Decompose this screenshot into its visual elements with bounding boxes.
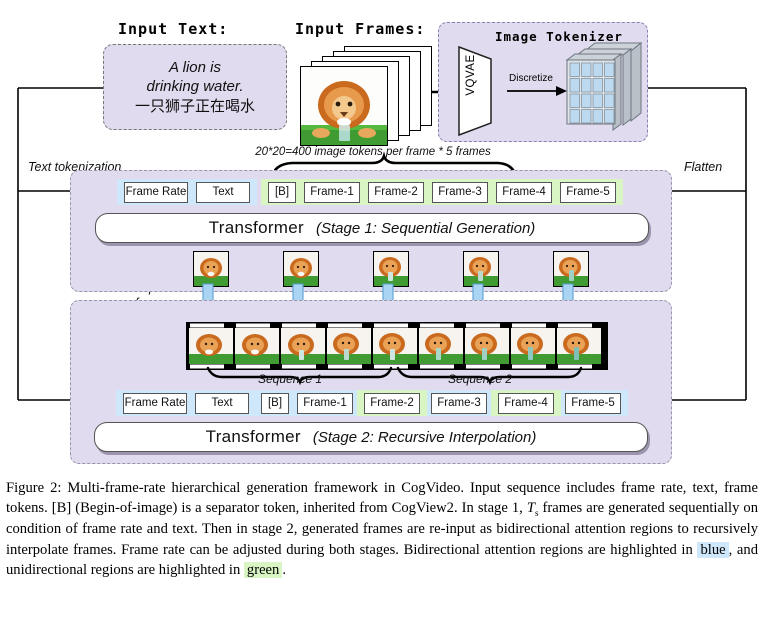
figure-caption: Figure 2: Multi-frame-rate hierarchical … [6, 478, 758, 580]
stage1-token-begin-of-image[interactable]: [B] [268, 181, 296, 203]
generated-frame-4 [463, 251, 499, 287]
lion-thumb-icon [464, 252, 498, 286]
lion-thumb-icon [189, 328, 233, 364]
stage2-token-frame-3[interactable]: Frame-3 [431, 392, 487, 414]
stage1-transformer[interactable]: Transformer (Stage 1: Sequential Generat… [95, 213, 649, 243]
image-tokenizer-label: Image Tokenizer [495, 29, 623, 44]
input-frame-stack [300, 46, 432, 146]
image-tokenizer-panel: Image Tokenizer VQVAE Discretize [438, 22, 648, 142]
filmstrip-frame-7 [465, 328, 509, 364]
stage2-token-frame-1[interactable]: Frame-1 [297, 392, 353, 414]
stage2-token-begin-of-image[interactable]: [B] [261, 392, 289, 414]
stage1-token-frame-4[interactable]: Frame-4 [496, 181, 552, 203]
lion-thumb-icon [557, 328, 601, 364]
generated-frame-2 [283, 251, 319, 287]
frame-sheet-1 [300, 66, 388, 146]
stage2-green-group-frame-2: Frame-2 [357, 390, 427, 416]
stage1-token-frame-1[interactable]: Frame-1 [304, 181, 360, 203]
input-text-label: Input Text: [118, 20, 229, 38]
filmstrip-frame-9 [557, 328, 601, 364]
stage1-token-frame-2[interactable]: Frame-2 [368, 181, 424, 203]
lion-thumb-icon [465, 328, 509, 364]
filmstrip-frame-3 [281, 328, 325, 364]
stage1-token-frame-rate[interactable]: Frame Rate [124, 181, 188, 203]
stage-1-panel: Frame Rate Text [B] Frame-1 Frame-2 Fram… [70, 170, 672, 292]
stage2-token-frame-2[interactable]: Frame-2 [364, 392, 420, 414]
sequence-1-label: Sequence 1 [258, 372, 323, 386]
stage1-token-frame-3[interactable]: Frame-3 [432, 181, 488, 203]
discretize-label: Discretize [509, 73, 553, 84]
lion-thumb-icon [511, 328, 555, 364]
stage2-transformer-name: Transformer [205, 427, 301, 446]
stage1-transformer-stage: (Stage 1: Sequential Generation) [315, 219, 536, 237]
stage1-unidirectional-group: [B] Frame-1 Frame-2 Frame-3 Frame-4 Fram… [261, 179, 623, 205]
lion-thumb-icon [194, 252, 228, 286]
lion-thumb-icon [373, 328, 417, 364]
filmstrip-frame-5 [373, 328, 417, 364]
stage2-token-frame-5[interactable]: Frame-5 [565, 392, 621, 414]
stage1-token-row: Frame Rate Text [B] Frame-1 Frame-2 Fram… [117, 179, 623, 205]
lion-image [301, 67, 387, 145]
prompt-line-3-chinese: 一只狮子正在喝水 [134, 96, 255, 115]
input-text-box: A lion is drinking water. 一只狮子正在喝水 [103, 44, 287, 130]
sequence-braces [206, 366, 583, 386]
lion-thumb-icon [235, 328, 279, 364]
generated-frame-5 [553, 251, 589, 287]
prompt-line-2: drinking water. [146, 78, 244, 96]
lion-thumb-icon [327, 328, 371, 364]
figure-diagram: Input Text: A lion is drinking water. 一只… [0, 0, 764, 470]
stage2-token-frame-4[interactable]: Frame-4 [498, 392, 554, 414]
stage2-token-text[interactable]: Text [195, 392, 249, 414]
vqvae-label: VQVAE [465, 54, 477, 96]
lion-thumb-icon [281, 328, 325, 364]
generated-frame-1 [193, 251, 229, 287]
lion-thumb-icon [374, 252, 408, 286]
generated-frame-3 [373, 251, 409, 287]
stage2-transformer[interactable]: Transformer (Stage 2: Recursive Interpol… [94, 422, 648, 452]
stage1-token-text[interactable]: Text [196, 181, 250, 203]
filmstrip-frame-8 [511, 328, 555, 364]
lion-thumb-icon [419, 328, 463, 364]
sequence-2-label: Sequence 2 [448, 372, 513, 386]
stage1-bidirectional-group: Frame Rate Text [117, 179, 257, 205]
tokenizer-graphics [458, 41, 643, 137]
stage1-transformer-name: Transformer [208, 218, 304, 237]
filmstrip-frame-2 [235, 328, 279, 364]
interpolated-filmstrip [186, 322, 608, 370]
filmstrip-frame-1 [189, 328, 233, 364]
caption-blue-highlight: blue [697, 541, 729, 558]
caption-part-4: . [282, 561, 286, 578]
filmstrip-frame-4 [327, 328, 371, 364]
stage1-token-frame-5[interactable]: Frame-5 [560, 181, 616, 203]
input-frames-label: Input Frames: [295, 20, 426, 38]
flatten-label: Flatten [682, 160, 725, 174]
stage2-transformer-stage: (Stage 2: Recursive Interpolation) [312, 428, 537, 446]
stage2-token-row: Frame Rate Text [B] Frame-1 Frame-2 Fram… [116, 390, 628, 416]
caption-green-highlight: green [243, 561, 283, 578]
prompt-line-1: A lion is [169, 59, 221, 77]
lion-thumb-icon [284, 252, 318, 286]
stage2-token-frame-rate[interactable]: Frame Rate [123, 392, 187, 414]
caption-ts-symbol: T [526, 500, 535, 517]
tokens-per-frame-caption: 20*20=400 image tokens per frame * 5 fra… [255, 146, 491, 158]
lion-thumb-icon [554, 252, 588, 286]
filmstrip-frame-6 [419, 328, 463, 364]
stage2-green-group-frame-4: Frame-4 [491, 390, 561, 416]
